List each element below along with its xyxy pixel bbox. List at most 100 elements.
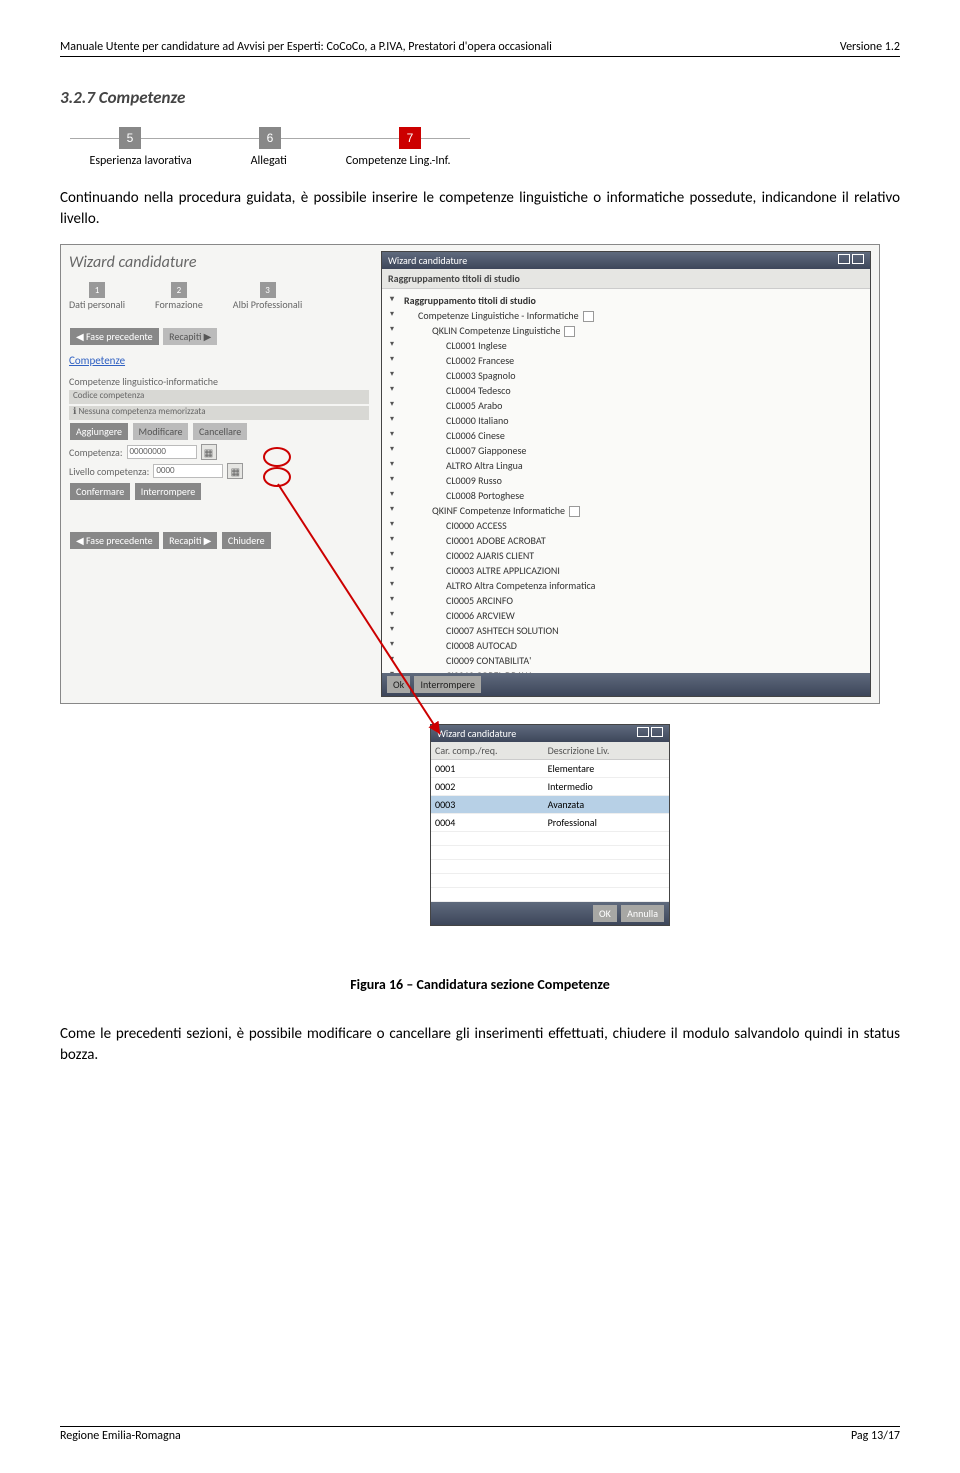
codice-header: Codice competenza <box>69 390 369 404</box>
interrupt-button[interactable]: Interrompere <box>135 483 202 500</box>
step-label: Allegati <box>251 154 287 168</box>
tree-item[interactable]: CI0006 ARCVIEW <box>390 608 862 623</box>
tree-item[interactable]: CL0001 Inglese <box>390 338 862 353</box>
step-label: Competenze Ling.-Inf. <box>346 154 451 168</box>
tree-item[interactable]: CI0002 AJARIS CLIENT <box>390 548 862 563</box>
competenza-label: Competenza: <box>69 446 123 459</box>
section-heading: 3.2.7 Competenze <box>60 87 900 108</box>
tree-item[interactable]: CL0005 Arabo <box>390 398 862 413</box>
level-col-scroll <box>655 742 669 760</box>
tree-group-head: Raggruppamento titoli di studio <box>382 269 870 289</box>
level-table[interactable]: Car. comp./req. Descrizione Liv. 0001Ele… <box>431 742 669 902</box>
recapiti-button[interactable]: Recapiti ▶ <box>163 328 217 345</box>
competence-tree[interactable]: Raggruppamento titoli di studioCompetenz… <box>382 289 870 689</box>
wizard-screenshot: Wizard candidature 1Dati personali 2Forma… <box>60 244 880 704</box>
tree-item[interactable]: Competenze Linguistiche - Informatiche <box>390 308 862 323</box>
competenza-picker-icon[interactable]: ▦ <box>201 444 217 460</box>
tree-item[interactable]: CI0005 ARCINFO <box>390 593 862 608</box>
tree-item[interactable]: CL0004 Tedesco <box>390 383 862 398</box>
tree-item[interactable]: CI0009 CONTABILITA' <box>390 653 862 668</box>
tree-item[interactable]: CI0000 ACCESS <box>390 518 862 533</box>
recapiti-button-2[interactable]: Recapiti ▶ <box>163 532 217 549</box>
level-cancel-button[interactable]: Annulla <box>621 905 664 922</box>
tree-item[interactable]: CI0007 ASHTECH SOLUTION <box>390 623 862 638</box>
tree-item[interactable]: CL0008 Portoghese <box>390 488 862 503</box>
tree-item[interactable]: CL0002 Francese <box>390 353 862 368</box>
add-button[interactable]: Aggiungere <box>70 423 128 440</box>
popup-ok-button[interactable]: Ok <box>387 676 410 693</box>
level-ok-button[interactable]: OK <box>593 905 617 922</box>
header-right: Versione 1.2 <box>840 40 900 54</box>
level-row-empty <box>431 832 669 846</box>
popup-footer: Ok Interrompere <box>382 673 870 696</box>
tree-item[interactable]: CL0006 Cinese <box>390 428 862 443</box>
tree-item[interactable]: ALTRO Altra Competenza informatica <box>390 578 862 593</box>
footer-left: Regione Emilia-Romagna <box>60 1429 181 1443</box>
level-popup: Wizard candidature Car. comp./req. Descr… <box>430 724 670 926</box>
tree-item[interactable]: CL0009 Russo <box>390 473 862 488</box>
tree-item[interactable]: CL0003 Spagnolo <box>390 368 862 383</box>
tree-item[interactable]: CI0003 ALTRE APPLICAZIONI <box>390 563 862 578</box>
level-row-empty <box>431 874 669 888</box>
competenza-field[interactable]: 00000000 <box>127 445 197 459</box>
modify-button[interactable]: Modificare <box>133 423 189 440</box>
prev-phase-button-2[interactable]: ◀ Fase precedente <box>70 532 159 549</box>
level-col2: Descrizione Liv. <box>544 742 655 760</box>
step-bar: 5 6 7 Esperienza lavorativa Allegati Compete… <box>60 126 480 168</box>
page-header: Manuale Utente per candidature ad Avvisi… <box>60 40 900 57</box>
header-left: Manuale Utente per candidature ad Avvisi… <box>60 40 552 54</box>
delete-button[interactable]: Cancellare <box>193 423 247 440</box>
footer-right: Pag 13/17 <box>851 1429 900 1443</box>
close-button[interactable]: Chiudere <box>222 532 271 549</box>
level-popup-titlebar: Wizard candidature <box>431 725 669 742</box>
tree-item[interactable]: CI0008 AUTOCAD <box>390 638 862 653</box>
wizard-title: Wizard candidature <box>69 253 369 272</box>
info-row: ℹ Nessuna competenza memorizzata <box>69 406 369 420</box>
section-link-competenze[interactable]: Competenze <box>69 354 369 367</box>
page-footer: Regione Emilia-Romagna Pag 13/17 <box>60 1426 900 1443</box>
tree-item[interactable]: QKLIN Competenze Linguistiche <box>390 323 862 338</box>
level-popup-title: Wizard candidature <box>437 727 516 740</box>
confirm-button[interactable]: Confermare <box>70 483 130 500</box>
level-row[interactable]: 0002Intermedio <box>431 778 669 796</box>
popup-title-text: Wizard candidature <box>388 254 467 267</box>
mini-step: 3Albi Professionali <box>233 282 302 311</box>
tree-item[interactable]: CL0000 Italiano <box>390 413 862 428</box>
tree-item[interactable]: QKINF Competenze Informatiche <box>390 503 862 518</box>
tree-popup: Wizard candidature Raggruppamento titoli… <box>381 251 871 697</box>
level-popup-footer: OK Annulla <box>431 902 669 925</box>
subhead: Competenze linguistico-informatiche <box>69 375 369 388</box>
level-row[interactable]: 0001Elementare <box>431 760 669 778</box>
outro-text: Come le precedenti sezioni, è possibile … <box>60 1024 900 1066</box>
popup-titlebar: Wizard candidature <box>382 252 870 269</box>
tree-item[interactable]: Raggruppamento titoli di studio <box>390 293 862 308</box>
level-popup-icons[interactable] <box>635 727 663 740</box>
level-row-empty <box>431 860 669 874</box>
mini-step: 1Dati personali <box>69 282 125 311</box>
tree-item[interactable]: CI0001 ADOBE ACROBAT <box>390 533 862 548</box>
livello-picker-icon[interactable]: ▦ <box>227 463 243 479</box>
highlight-circle-1 <box>263 447 291 467</box>
highlight-circle-2 <box>263 467 291 487</box>
level-row-empty <box>431 888 669 902</box>
intro-text: Continuando nella procedura guidata, è p… <box>60 188 900 230</box>
tree-item[interactable]: CL0007 Giapponese <box>390 443 862 458</box>
popup-window-icons[interactable] <box>836 254 864 267</box>
level-row[interactable]: 0004Professional <box>431 814 669 832</box>
step-box-7: 7 <box>399 127 421 149</box>
step-label: Esperienza lavorativa <box>89 154 191 168</box>
level-row[interactable]: 0003Avanzata <box>431 796 669 814</box>
livello-field[interactable]: 0000 <box>153 464 223 478</box>
prev-phase-button[interactable]: ◀ Fase precedente <box>70 328 159 345</box>
popup-interrupt-button[interactable]: Interrompere <box>414 676 481 693</box>
step-box-5: 5 <box>119 127 141 149</box>
step-box-6: 6 <box>259 127 281 149</box>
level-col1: Car. comp./req. <box>431 742 544 760</box>
mini-step: 2Formazione <box>155 282 203 311</box>
figure-caption: Figura 16 – Candidatura sezione Competen… <box>60 976 900 993</box>
wizard-left-pane: Wizard candidature 1Dati personali 2Forma… <box>69 253 369 550</box>
figure-block: Wizard candidature 1Dati personali 2Forma… <box>60 244 900 1024</box>
tree-item[interactable]: ALTRO Altra Lingua <box>390 458 862 473</box>
level-row-empty <box>431 846 669 860</box>
livello-label: Livello competenza: <box>69 465 149 478</box>
